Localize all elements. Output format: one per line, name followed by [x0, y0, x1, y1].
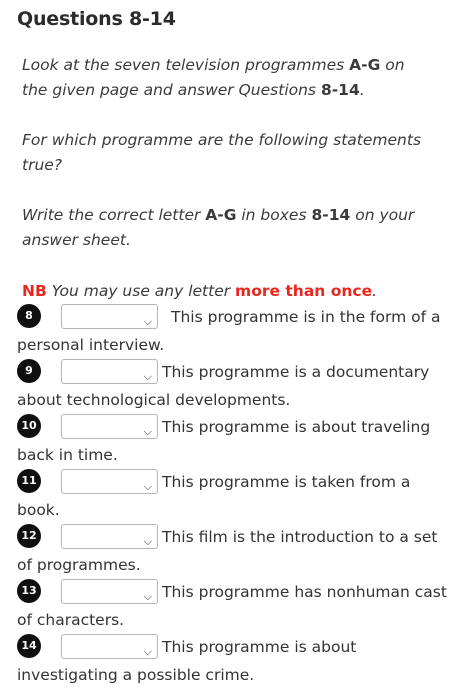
- question-number-badge: 13: [17, 579, 41, 603]
- instructions-paragraph-1: Look at the seven television programmes …: [22, 53, 432, 103]
- question-number-badge: 8: [17, 304, 41, 328]
- nb-emphasis: more than once: [235, 282, 373, 300]
- question-range: 8-14: [311, 206, 351, 224]
- answer-dropdown-12[interactable]: ⌵: [61, 523, 158, 549]
- question-number-badge: 14: [17, 634, 41, 658]
- answer-dropdown-10[interactable]: ⌵: [61, 413, 158, 439]
- instructions-text: in boxes: [236, 206, 312, 224]
- section-heading: Questions 8-14: [17, 8, 176, 30]
- letter-range: A-G: [205, 206, 237, 224]
- nb-label: NB: [22, 282, 47, 300]
- question-range: 8-14: [320, 81, 360, 99]
- chevron-down-icon: ⌵: [143, 644, 152, 658]
- question-9: 9 ⌵ This programme is a documentary about …: [17, 358, 455, 414]
- question-number-badge: 10: [17, 414, 41, 438]
- question-14: 14 ⌵ This programme is about investigating…: [17, 633, 455, 689]
- answer-dropdown-8[interactable]: ⌵: [61, 303, 158, 329]
- instructions-text: .: [359, 81, 365, 99]
- chevron-down-icon: ⌵: [143, 479, 152, 493]
- letter-range: A-G: [349, 56, 381, 74]
- nb-text: .: [372, 282, 378, 300]
- nb-note: NB You may use any letter more than once…: [22, 279, 377, 303]
- question-number-badge: 12: [17, 524, 41, 548]
- answer-dropdown-14[interactable]: ⌵: [61, 633, 158, 659]
- question-12: 12 ⌵ This film is the introduction to a se…: [17, 523, 455, 579]
- chevron-down-icon: ⌵: [143, 314, 152, 328]
- chevron-down-icon: ⌵: [143, 589, 152, 603]
- chevron-down-icon: ⌵: [143, 534, 152, 548]
- instructions-paragraph-2: For which programme are the following st…: [22, 131, 422, 174]
- instructions-text: Look at the seven television programmes: [22, 56, 350, 74]
- chevron-down-icon: ⌵: [143, 369, 152, 383]
- question-number-badge: 9: [17, 359, 41, 383]
- question-11: 11 ⌵ This programme is taken from a book.: [17, 468, 455, 524]
- answer-dropdown-9[interactable]: ⌵: [61, 358, 158, 384]
- question-10: 10 ⌵ This programme is about traveling bac…: [17, 413, 455, 469]
- instructions-paragraph-3: Write the correct letter A-G in boxes 8-…: [22, 203, 432, 253]
- question-number-badge: 11: [17, 469, 41, 493]
- question-8: 8 ⌵ This programme is in the form of a per…: [17, 303, 455, 359]
- answer-dropdown-11[interactable]: ⌵: [61, 468, 158, 494]
- answer-dropdown-13[interactable]: ⌵: [61, 578, 158, 604]
- instructions-text: Write the correct letter: [22, 206, 206, 224]
- nb-text: You may use any letter: [46, 282, 236, 300]
- chevron-down-icon: ⌵: [143, 424, 152, 438]
- question-13: 13 ⌵ This programme has nonhuman cast of c…: [17, 578, 455, 634]
